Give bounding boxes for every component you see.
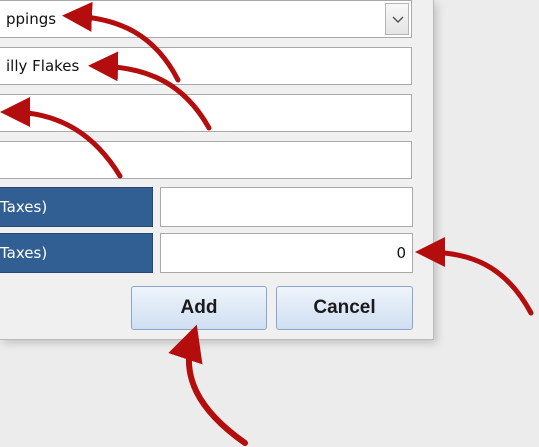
cancel-button-label: Cancel [313,297,376,318]
text-field-3[interactable] [0,94,412,132]
price-label-2: Taxes) [0,233,153,273]
price-label-1-text: Taxes) [0,198,48,216]
add-button-label: Add [180,297,218,318]
item-name-value: illy Flakes [6,57,80,75]
item-name-input[interactable]: illy Flakes [0,47,412,85]
arrow-to-add-button [168,324,248,446]
price-input-2[interactable]: 0 [160,233,413,273]
arrow-to-price-value [415,237,534,316]
category-select[interactable]: ppings [0,0,412,38]
cancel-button[interactable]: Cancel [276,286,413,330]
price-input-2-value: 0 [396,244,406,262]
add-item-dialog: ppings illy Flakes Taxes) Taxes) 0 Add C… [0,0,434,340]
category-select-value: ppings [6,10,57,28]
chevron-down-icon [392,16,404,24]
add-button[interactable]: Add [131,286,267,330]
price-label-2-text: Taxes) [0,244,48,262]
price-label-1: Taxes) [0,187,153,227]
price-input-1[interactable] [160,187,413,227]
text-field-4[interactable] [0,141,412,179]
dropdown-button[interactable] [385,3,409,35]
